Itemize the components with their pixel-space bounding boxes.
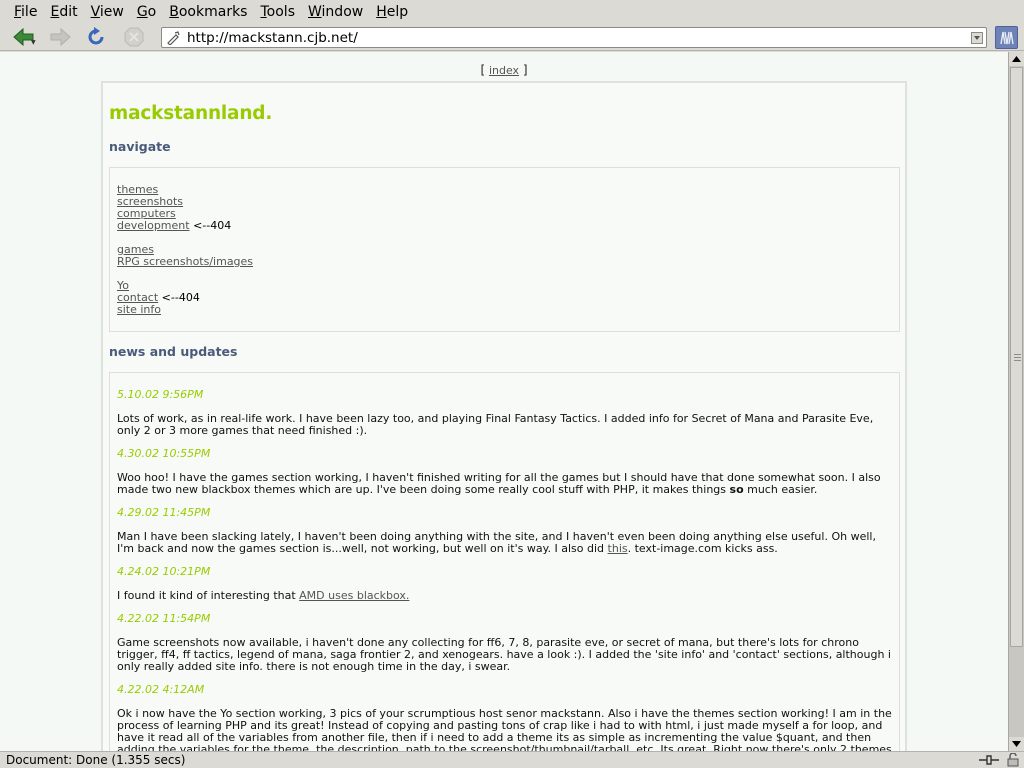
- status-icons: [978, 753, 1020, 767]
- vertical-scrollbar[interactable]: [1008, 52, 1024, 751]
- news-post: Ok i now have the Yo section working, 3 …: [117, 707, 895, 752]
- news-post: Woo hoo! I have the games section workin…: [117, 472, 895, 496]
- index-link[interactable]: index: [489, 64, 519, 77]
- content-box: mackstannland. navigate themes screenshot…: [101, 81, 907, 751]
- news-emphasis: so: [729, 483, 744, 496]
- navigate-list: themes screenshots computers development <-…: [117, 184, 253, 316]
- menu-mnemonic: E: [50, 4, 60, 20]
- nav-item: development <--404: [117, 220, 253, 232]
- nav-link-development[interactable]: development: [117, 219, 190, 232]
- online-status-icon[interactable]: [978, 753, 1000, 767]
- browser-logo-icon[interactable]: [995, 26, 1018, 49]
- news-heading: news and updates: [109, 344, 238, 359]
- menu-bookmarks[interactable]: Bookmarks: [163, 4, 254, 20]
- news-link[interactable]: AMD uses blackbox.: [299, 589, 409, 602]
- menu-label: o: [147, 4, 157, 20]
- menu-label: indow: [321, 4, 364, 20]
- news-date: 4.24.02 10:21PM: [117, 565, 211, 578]
- news-panel: 5.10.02 9:56PM Lots of work, as in real-l…: [109, 372, 900, 751]
- news-post: I found it kind of interesting that AMD …: [117, 590, 895, 602]
- menu-mnemonic: G: [136, 4, 148, 20]
- site-title: mackstannland.: [109, 103, 273, 124]
- nav-link-rpg-screenshots-images[interactable]: RPG screenshots/images: [117, 255, 253, 268]
- menu-view[interactable]: View: [85, 4, 131, 20]
- status-text: Document: Done (1.355 secs): [6, 753, 186, 767]
- news-text: Lots of work, as in real-life work. I ha…: [117, 412, 874, 437]
- menu-label: dit: [59, 4, 78, 20]
- menu-label: elp: [386, 4, 409, 20]
- scroll-down-icon[interactable]: [1009, 737, 1024, 751]
- menu-go[interactable]: Go: [131, 4, 163, 20]
- page-icon: [164, 30, 182, 45]
- news-date: 5.10.02 9:56PM: [117, 388, 204, 401]
- news-text: I found it kind of interesting that: [117, 589, 300, 602]
- scroll-thumb[interactable]: [1010, 67, 1023, 647]
- scroll-up-icon[interactable]: [1009, 52, 1024, 66]
- menu-mnemonic: F: [14, 4, 22, 20]
- news-date: 4.22.02 4:12AM: [117, 683, 205, 696]
- nav-link-site-info[interactable]: site info: [117, 303, 161, 316]
- news-date: 4.29.02 11:45PM: [117, 506, 211, 519]
- back-history-dropdown-icon[interactable]: ▼: [31, 39, 36, 46]
- nav-note: <--404: [158, 291, 200, 304]
- menu-label: iew: [99, 4, 124, 20]
- security-lock-icon[interactable]: [1006, 753, 1020, 767]
- page-viewport: [ index ] mackstannland. navigate themes…: [0, 52, 1008, 751]
- nav-item: site info: [117, 304, 253, 316]
- index-bracket-close: ]: [519, 63, 528, 77]
- news-text: much easier.: [743, 483, 818, 496]
- reload-icon: [88, 27, 104, 45]
- menu-label: ile: [21, 4, 38, 20]
- stop-button[interactable]: [120, 25, 148, 49]
- news-link[interactable]: this: [608, 542, 628, 555]
- navigate-heading: navigate: [109, 139, 171, 154]
- menu-mnemonic: V: [90, 4, 100, 20]
- nav-note: <--404: [189, 219, 232, 232]
- menu-tools[interactable]: Tools: [254, 4, 302, 20]
- news-post: Game screenshots now available, i haven'…: [117, 637, 895, 673]
- menu-help[interactable]: Help: [370, 4, 415, 20]
- menu-label: ookmarks: [178, 4, 248, 20]
- menu-mnemonic: W: [308, 4, 322, 20]
- news-date: 4.22.02 11:54PM: [117, 612, 211, 625]
- url-input[interactable]: [182, 28, 968, 47]
- scroll-grip-icon: [1014, 354, 1021, 363]
- menu-label: ools: [266, 4, 295, 20]
- url-bar[interactable]: [161, 27, 987, 48]
- navigation-toolbar: ▼: [0, 24, 1024, 51]
- menu-mnemonic: B: [169, 4, 179, 20]
- menu-bar: File Edit View Go Bookmarks Tools Window Help: [0, 0, 1024, 24]
- menu-mnemonic: H: [376, 4, 387, 20]
- news-text: Ok i now have the Yo section working, 3 …: [117, 707, 892, 752]
- menu-file[interactable]: File: [8, 4, 44, 20]
- news-text: Game screenshots now available, i haven'…: [117, 636, 891, 673]
- news-date: 4.30.02 10:55PM: [117, 447, 211, 460]
- forward-arrow-icon: [50, 28, 71, 46]
- stop-icon: [124, 27, 144, 47]
- menu-window[interactable]: Window: [302, 4, 370, 20]
- forward-button[interactable]: [46, 25, 74, 49]
- menu-edit[interactable]: Edit: [44, 4, 84, 20]
- index-bracket-open: [: [480, 63, 489, 77]
- news-post: Lots of work, as in real-life work. I ha…: [117, 413, 895, 437]
- news-text: . text-image.com kicks ass.: [627, 542, 778, 555]
- navigate-panel: themes screenshots computers development <-…: [109, 167, 900, 332]
- news-post: Man I have been slacking lately, I haven…: [117, 531, 895, 555]
- nav-item: RPG screenshots/images: [117, 256, 253, 268]
- url-dropdown-icon[interactable]: [968, 28, 986, 47]
- index-nav: [ index ]: [0, 63, 1008, 77]
- status-bar: Document: Done (1.355 secs): [0, 751, 1024, 768]
- news-list: 5.10.02 9:56PM Lots of work, as in real-l…: [117, 388, 895, 752]
- reload-button[interactable]: [82, 25, 110, 49]
